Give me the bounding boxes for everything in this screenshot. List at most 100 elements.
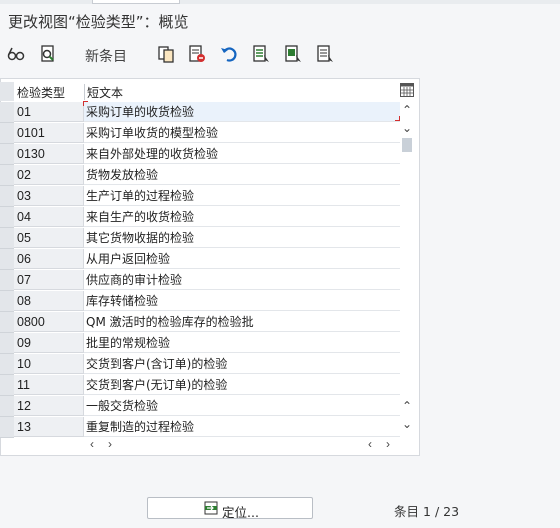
row-selector[interactable] (0, 186, 14, 207)
table-row[interactable]: 09 批里的常规检验 (0, 333, 400, 354)
entry-label: 条目 (394, 504, 420, 519)
column-divider (84, 84, 85, 100)
short-text-cell[interactable]: 一般交货检验 (84, 396, 400, 416)
table-row[interactable]: 0130 来自外部处理的收货检验 (0, 144, 400, 165)
table-row[interactable]: 10 交货到客户(含订单)的检验 (0, 354, 400, 375)
horizontal-scrollbar[interactable]: ‹ › ‹ › (84, 436, 400, 452)
select-all-icon[interactable] (251, 44, 271, 64)
inspection-type-cell[interactable]: 11 (14, 375, 84, 395)
table-row[interactable]: 13 重复制造的过程检验 (0, 417, 400, 438)
column-header-inspection-type[interactable]: 检验类型 (17, 84, 65, 101)
position-button-label: 定位... (222, 505, 259, 520)
inspection-type-cell[interactable]: 04 (14, 207, 84, 227)
row-selector[interactable] (0, 207, 14, 228)
inspection-type-cell[interactable]: 13 (14, 417, 84, 437)
inspection-type-cell[interactable]: 05 (14, 228, 84, 248)
short-text-cell[interactable]: 货物发放检验 (84, 165, 400, 185)
glasses-icon[interactable] (6, 44, 26, 64)
row-selector[interactable] (0, 270, 14, 291)
inspection-type-cell[interactable]: 0800 (14, 312, 84, 332)
table-row[interactable]: 0101 采购订单收货的模型检验 (0, 123, 400, 144)
inspection-type-cell[interactable]: 09 (14, 333, 84, 353)
short-text-cell[interactable]: 从用户返回检验 (84, 249, 400, 269)
top-bar-field[interactable] (92, 0, 180, 4)
short-text-cell[interactable]: 采购订单的收货检验 (83, 101, 400, 122)
inspection-type-cell[interactable]: 06 (14, 249, 84, 269)
short-text-cell[interactable]: 库存转储检验 (84, 291, 400, 311)
position-button[interactable]: 定位... (147, 497, 313, 520)
short-text-cell[interactable]: 批里的常规检验 (84, 333, 400, 353)
delete-icon[interactable] (187, 44, 207, 64)
inspection-type-cell[interactable]: 02 (14, 165, 84, 185)
short-text-cell[interactable]: 供应商的审计检验 (84, 270, 400, 290)
vertical-scrollbar[interactable]: ⌃ ⌄ ⌃ ⌄ (400, 102, 414, 432)
copy-icon[interactable] (156, 44, 176, 64)
short-text-cell[interactable]: 生产订单的过程检验 (84, 186, 400, 206)
table-row[interactable]: 08 库存转储检验 (0, 291, 400, 312)
scroll-left-icon[interactable]: ‹ (90, 438, 94, 450)
inspection-type-cell[interactable]: 01 (14, 102, 84, 122)
table-header: 检验类型 短文本 (0, 78, 420, 102)
table-row[interactable]: 03 生产订单的过程检验 (0, 186, 400, 207)
scroll-up-icon[interactable]: ⌃ (402, 104, 412, 116)
inspection-type-cell[interactable]: 03 (14, 186, 84, 206)
scroll-page-down-icon[interactable]: ⌄ (402, 418, 412, 430)
row-selector[interactable] (0, 165, 14, 186)
column-header-short-text[interactable]: 短文本 (87, 84, 123, 101)
table-row[interactable]: 05 其它货物收据的检验 (0, 228, 400, 249)
row-selector[interactable] (0, 228, 14, 249)
table-row[interactable]: 12 一般交货检验 (0, 396, 400, 417)
entry-separator: / (434, 504, 440, 519)
deselect-all-icon[interactable] (315, 44, 335, 64)
inspection-type-cell[interactable]: 10 (14, 354, 84, 374)
scroll-right-icon[interactable]: › (108, 438, 112, 450)
row-selector[interactable] (0, 144, 14, 165)
scroll-right-end-icon[interactable]: › (386, 438, 390, 450)
short-text-cell[interactable]: QM 激活时的检验库存的检验批 (84, 312, 400, 332)
entry-current: 1 (423, 504, 431, 519)
display-change-icon[interactable] (38, 44, 58, 64)
scroll-thumb[interactable] (402, 138, 412, 152)
top-bar (0, 0, 560, 4)
short-text-cell[interactable]: 交货到客户(含订单)的检验 (84, 354, 400, 374)
scroll-page-up-icon[interactable]: ⌃ (402, 400, 412, 412)
select-all-column[interactable] (0, 82, 14, 101)
table-row[interactable]: 06 从用户返回检验 (0, 249, 400, 270)
inspection-type-cell[interactable]: 07 (14, 270, 84, 290)
scroll-left-end-icon[interactable]: ‹ (368, 438, 372, 450)
table-row[interactable]: 0800 QM 激活时的检验库存的检验批 (0, 312, 400, 333)
short-text-cell[interactable]: 交货到客户(无订单)的检验 (84, 375, 400, 395)
table-row[interactable]: 02 货物发放检验 (0, 165, 400, 186)
short-text-cell[interactable]: 来自外部处理的收货检验 (84, 144, 400, 164)
short-text-cell[interactable]: 重复制造的过程检验 (84, 417, 400, 437)
row-selector[interactable] (0, 375, 14, 396)
select-block-icon[interactable] (283, 44, 303, 64)
table-settings-icon[interactable] (400, 83, 414, 97)
entry-counter: 条目 1 / 23 (394, 501, 459, 520)
undo-icon[interactable] (219, 44, 239, 64)
inspection-type-cell[interactable]: 0130 (14, 144, 84, 164)
inspection-type-cell[interactable]: 0101 (14, 123, 84, 143)
inspection-type-cell[interactable]: 08 (14, 291, 84, 311)
table-row[interactable]: 11 交货到客户(无订单)的检验 (0, 375, 400, 396)
row-selector[interactable] (0, 333, 14, 354)
scroll-down-icon[interactable]: ⌄ (402, 122, 412, 134)
row-selector[interactable] (0, 312, 14, 333)
short-text-cell[interactable]: 其它货物收据的检验 (84, 228, 400, 248)
new-entries-button[interactable]: 新条目 (85, 46, 127, 66)
table-row[interactable]: 04 来自生产的收货检验 (0, 207, 400, 228)
short-text-cell[interactable]: 采购订单收货的模型检验 (84, 123, 400, 143)
page-title: 更改视图“检验类型”：概览 (8, 13, 189, 31)
position-icon (204, 501, 218, 515)
row-selector[interactable] (0, 396, 14, 417)
table-row[interactable]: 01 采购订单的收货检验 (0, 101, 400, 123)
short-text-cell[interactable]: 来自生产的收货检验 (84, 207, 400, 227)
row-selector[interactable] (0, 102, 14, 123)
row-selector[interactable] (0, 249, 14, 270)
row-selector[interactable] (0, 354, 14, 375)
table-row[interactable]: 07 供应商的审计检验 (0, 270, 400, 291)
row-selector[interactable] (0, 123, 14, 144)
row-selector[interactable] (0, 417, 14, 438)
inspection-type-cell[interactable]: 12 (14, 396, 84, 416)
row-selector[interactable] (0, 291, 14, 312)
